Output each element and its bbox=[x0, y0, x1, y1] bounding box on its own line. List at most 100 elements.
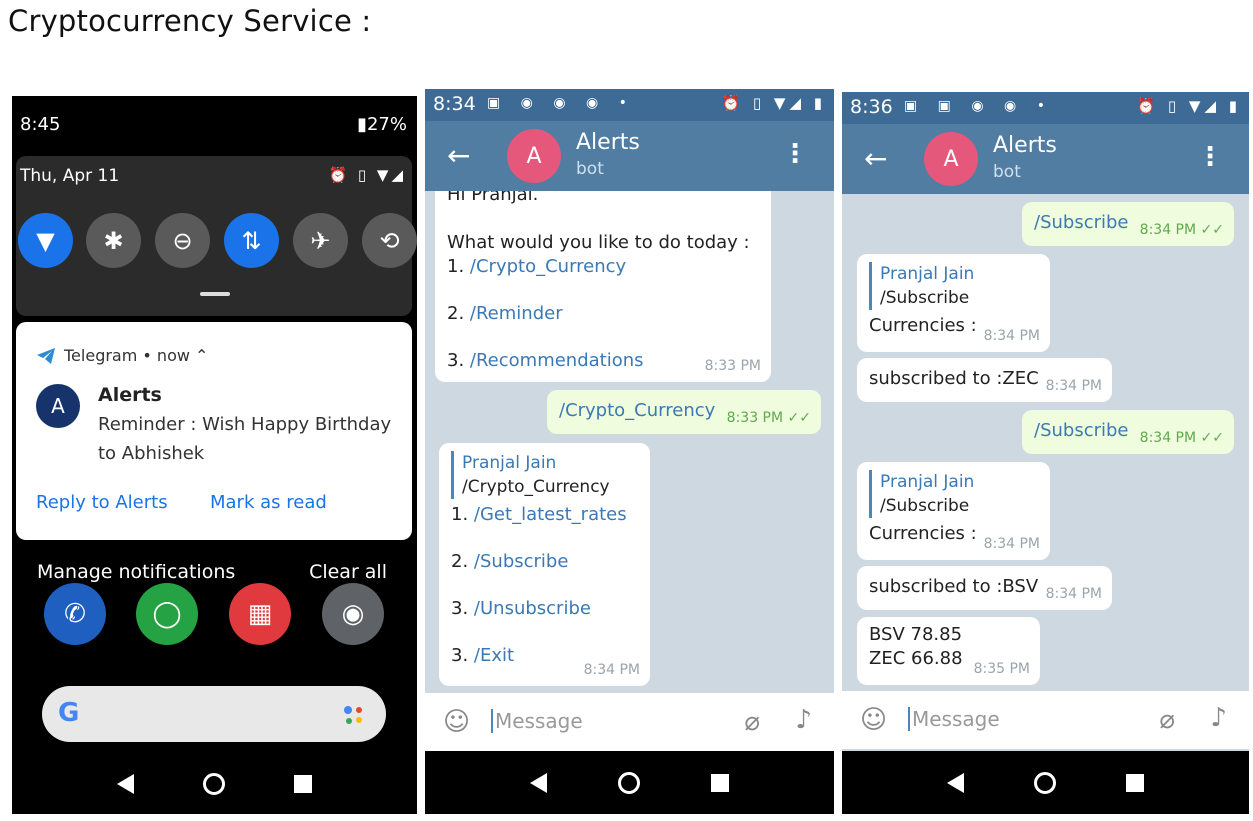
outgoing-message[interactable]: /Subscribe 8:34 PM ✓✓ bbox=[1022, 410, 1234, 454]
avatar[interactable]: A bbox=[924, 132, 978, 186]
command-link[interactable]: /Get_latest_rates bbox=[474, 504, 627, 525]
phone-app-icon[interactable]: ✆ bbox=[44, 583, 106, 645]
bluetooth-icon[interactable]: ✱ bbox=[86, 213, 141, 268]
rotate-icon[interactable]: ⟲ bbox=[362, 213, 417, 268]
telegram-notification[interactable]: Telegram • now ⌃ A Alerts Reminder : Wis… bbox=[16, 322, 412, 540]
notification-app-label: Telegram • now ⌃ bbox=[64, 346, 209, 365]
message-bubble[interactable]: Pranjal Jain /Crypto_Currency 1. /Get_la… bbox=[439, 443, 650, 686]
message-time: 8:33 PM ✓✓ bbox=[726, 410, 811, 426]
message-bubble[interactable]: Pranjal Jain /Subscribe Currencies : 8:3… bbox=[857, 254, 1050, 352]
google-icon: G bbox=[58, 698, 80, 728]
outgoing-message[interactable]: /Subscribe 8:34 PM ✓✓ bbox=[1022, 202, 1234, 246]
home-icon[interactable] bbox=[617, 771, 640, 794]
command-link[interactable]: /Unsubscribe bbox=[474, 598, 591, 619]
camera-app-icon[interactable]: ◉ bbox=[322, 583, 384, 645]
message-bubble[interactable]: subscribed to :ZEC 8:34 PM bbox=[857, 358, 1112, 402]
command-link[interactable]: /Reminder bbox=[470, 303, 563, 324]
qs-status-icons: ⏰ ▯ ▼◢ bbox=[328, 166, 406, 184]
home-icon[interactable] bbox=[202, 773, 225, 795]
command-link[interactable]: /Crypto_Currency bbox=[470, 256, 626, 277]
message-input[interactable]: Message bbox=[491, 709, 583, 733]
back-arrow-icon[interactable]: ← bbox=[864, 142, 887, 175]
microphone-icon[interactable]: ♪ bbox=[1210, 703, 1227, 733]
notification-body: Reminder : Wish Happy Birthday to Abhish… bbox=[98, 414, 392, 464]
message-bubble[interactable]: Pranjal Jain /Subscribe Currencies : 8:3… bbox=[857, 462, 1050, 560]
avatar: A bbox=[36, 384, 80, 428]
command-link[interactable]: /Subscribe bbox=[474, 551, 569, 572]
status-time: 8:34 bbox=[433, 93, 476, 115]
telegram-icon bbox=[37, 347, 55, 364]
reply-button[interactable]: Reply to Alerts bbox=[36, 492, 168, 513]
back-icon[interactable] bbox=[116, 774, 134, 794]
data-icon[interactable]: ⇅ bbox=[224, 213, 279, 268]
recents-icon[interactable] bbox=[294, 775, 313, 793]
message-time: 8:34 PM bbox=[1045, 378, 1102, 394]
battery-indicator: ▮27% bbox=[357, 114, 407, 135]
back-icon[interactable] bbox=[947, 772, 964, 793]
chat-area: Hi Pranjal. What would you like to do to… bbox=[425, 191, 834, 693]
message-time: 8:33 PM bbox=[704, 358, 761, 374]
message-time: 8:34 PM bbox=[983, 536, 1040, 552]
panel-drag-handle[interactable] bbox=[200, 292, 230, 296]
message-bubble[interactable]: BSV 78.85 ZEC 66.88 8:35 PM bbox=[857, 617, 1040, 685]
chat-header: ← A Alerts bot ⋮ bbox=[425, 121, 834, 191]
message-bubble[interactable]: Hi Pranjal. What would you like to do to… bbox=[435, 191, 771, 382]
telegram-chat-screen-2: 8:36 ▣ ▣ ◉ ◉ • ⏰ ▯ ▼◢ ▮ ← A Alerts bot ⋮… bbox=[842, 92, 1249, 814]
nav-bar bbox=[12, 754, 417, 814]
more-menu-icon[interactable]: ⋮ bbox=[782, 139, 808, 169]
quick-settings-tiles: ▼ ✱ ⊖ ⇅ ✈ ⟲ bbox=[16, 213, 417, 269]
message-time: 8:34 PM ✓✓ bbox=[1139, 430, 1224, 446]
dnd-icon[interactable]: ⊖ bbox=[155, 213, 210, 268]
system-icons: ⏰ ▯ ▼◢ ▮ bbox=[1136, 97, 1241, 115]
chat-name: Alerts bbox=[993, 133, 1057, 158]
status-bar: 8:36 ▣ ▣ ◉ ◉ • ⏰ ▯ ▼◢ ▮ bbox=[842, 92, 1249, 124]
status-time: 8:45 bbox=[20, 114, 61, 135]
recents-icon[interactable] bbox=[1126, 773, 1144, 792]
recents-icon[interactable] bbox=[710, 773, 729, 792]
notification-icons: ▣ ▣ ◉ ◉ • bbox=[904, 98, 1053, 114]
message-time: 8:34 PM bbox=[1045, 586, 1102, 602]
message-time: 8:35 PM bbox=[973, 661, 1030, 677]
home-icon[interactable] bbox=[1034, 771, 1056, 794]
nav-bar bbox=[842, 751, 1249, 814]
back-arrow-icon[interactable]: ← bbox=[447, 139, 470, 172]
quick-settings-panel: Thu, Apr 11 ⏰ ▯ ▼◢ ▼ ✱ ⊖ ⇅ ✈ ⟲ bbox=[16, 156, 417, 316]
back-icon[interactable] bbox=[530, 772, 548, 793]
command-link[interactable]: /Recommendations bbox=[470, 350, 644, 371]
sticker-icon[interactable]: ☺ bbox=[860, 705, 887, 735]
status-bar: 8:34 ▣ ◉ ◉ ◉ • ⏰ ▯ ▼◢ ▮ bbox=[425, 89, 834, 121]
clear-all-button[interactable]: Clear all bbox=[309, 561, 387, 583]
android-notification-screen: 8:45 ▮27% Thu, Apr 11 ⏰ ▯ ▼◢ ▼ ✱ ⊖ ⇅ ✈ ⟲… bbox=[12, 96, 417, 814]
notification-icons: ▣ ◉ ◉ ◉ • bbox=[487, 95, 635, 111]
microphone-icon[interactable]: ♪ bbox=[795, 705, 812, 735]
google-search-bar[interactable]: G bbox=[42, 686, 386, 742]
chat-name: Alerts bbox=[576, 130, 640, 155]
mark-as-read-button[interactable]: Mark as read bbox=[210, 492, 327, 513]
attach-icon[interactable]: ⌀ bbox=[1159, 705, 1175, 735]
nav-bar bbox=[425, 751, 834, 814]
status-time: 8:36 bbox=[850, 96, 893, 118]
avatar[interactable]: A bbox=[507, 129, 561, 183]
message-input-bar: ☺ Message ⌀ ♪ bbox=[425, 693, 834, 751]
command-link[interactable]: /Exit bbox=[474, 645, 514, 666]
more-menu-icon[interactable]: ⋮ bbox=[1197, 142, 1223, 172]
attach-icon[interactable]: ⌀ bbox=[744, 707, 760, 737]
message-bubble[interactable]: subscribed to :BSV 8:34 PM bbox=[857, 566, 1112, 610]
reply-quote: Pranjal Jain /Subscribe bbox=[869, 262, 1038, 310]
wifi-icon[interactable]: ▼ bbox=[18, 213, 73, 268]
message-time: 8:34 PM bbox=[583, 662, 640, 678]
page-title: Cryptocurrency Service : bbox=[8, 4, 372, 38]
chat-subtitle: bot bbox=[576, 159, 604, 179]
sticker-icon[interactable]: ☺ bbox=[443, 707, 470, 737]
manage-notifications-button[interactable]: Manage notifications bbox=[37, 561, 235, 583]
outgoing-message[interactable]: /Crypto_Currency 8:33 PM ✓✓ bbox=[547, 390, 821, 434]
whatsapp-app-icon[interactable]: ◯ bbox=[136, 583, 198, 645]
calendar-app-icon[interactable]: ▦ bbox=[229, 583, 291, 645]
assistant-icon[interactable] bbox=[340, 702, 366, 728]
chat-subtitle: bot bbox=[993, 162, 1021, 182]
telegram-chat-screen-1: 8:34 ▣ ◉ ◉ ◉ • ⏰ ▯ ▼◢ ▮ ← A Alerts bot ⋮… bbox=[425, 89, 834, 814]
message-time: 8:34 PM bbox=[983, 328, 1040, 344]
message-input-bar: ☺ Message ⌀ ♪ bbox=[842, 691, 1249, 749]
airplane-icon[interactable]: ✈ bbox=[293, 213, 348, 268]
message-input[interactable]: Message bbox=[908, 707, 1000, 731]
